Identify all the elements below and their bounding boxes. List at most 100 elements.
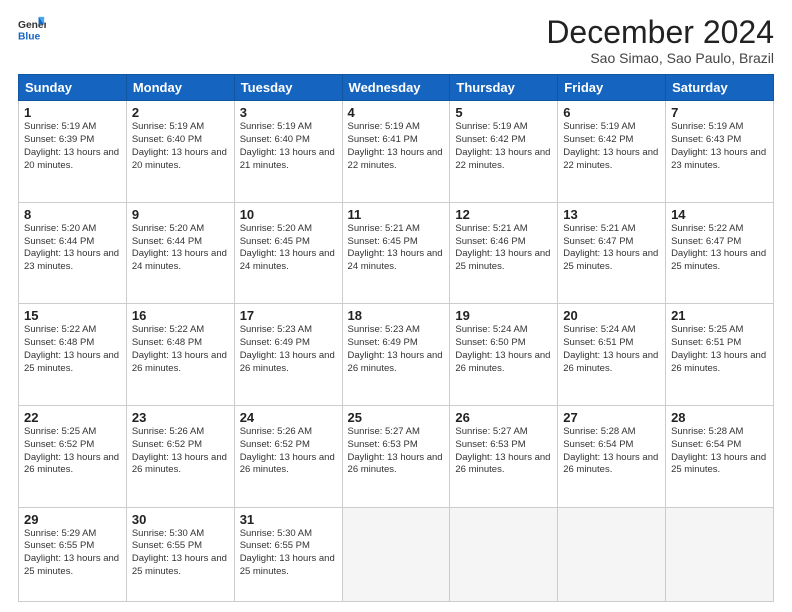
day-info: Sunrise: 5:30 AMSunset: 6:55 PMDaylight:… [240,528,337,579]
calendar-table: SundayMondayTuesdayWednesdayThursdayFrid… [18,74,774,602]
day-info: Sunrise: 5:27 AMSunset: 6:53 PMDaylight:… [455,426,552,477]
calendar-cell: 11 Sunrise: 5:21 AMSunset: 6:45 PMDaylig… [342,202,450,304]
day-info: Sunrise: 5:19 AMSunset: 6:42 PMDaylight:… [563,121,660,172]
calendar-cell [342,507,450,602]
calendar-cell: 17 Sunrise: 5:23 AMSunset: 6:49 PMDaylig… [234,304,342,406]
day-number: 27 [563,410,660,425]
day-number: 16 [132,308,229,323]
day-header-sunday: Sunday [19,75,127,101]
calendar-cell: 27 Sunrise: 5:28 AMSunset: 6:54 PMDaylig… [558,405,666,507]
calendar-cell: 26 Sunrise: 5:27 AMSunset: 6:53 PMDaylig… [450,405,558,507]
day-info: Sunrise: 5:20 AMSunset: 6:45 PMDaylight:… [240,223,337,274]
day-number: 24 [240,410,337,425]
calendar-cell: 8 Sunrise: 5:20 AMSunset: 6:44 PMDayligh… [19,202,127,304]
calendar-cell: 23 Sunrise: 5:26 AMSunset: 6:52 PMDaylig… [126,405,234,507]
calendar-cell [450,507,558,602]
day-number: 17 [240,308,337,323]
day-info: Sunrise: 5:26 AMSunset: 6:52 PMDaylight:… [240,426,337,477]
logo: General Blue [18,15,46,43]
calendar-cell: 10 Sunrise: 5:20 AMSunset: 6:45 PMDaylig… [234,202,342,304]
week-row-3: 15 Sunrise: 5:22 AMSunset: 6:48 PMDaylig… [19,304,774,406]
calendar-cell [666,507,774,602]
calendar-cell: 28 Sunrise: 5:28 AMSunset: 6:54 PMDaylig… [666,405,774,507]
day-number: 9 [132,207,229,222]
day-info: Sunrise: 5:19 AMSunset: 6:39 PMDaylight:… [24,121,121,172]
day-info: Sunrise: 5:21 AMSunset: 6:47 PMDaylight:… [563,223,660,274]
day-info: Sunrise: 5:20 AMSunset: 6:44 PMDaylight:… [24,223,121,274]
calendar-cell: 21 Sunrise: 5:25 AMSunset: 6:51 PMDaylig… [666,304,774,406]
calendar-cell: 14 Sunrise: 5:22 AMSunset: 6:47 PMDaylig… [666,202,774,304]
calendar-cell: 30 Sunrise: 5:30 AMSunset: 6:55 PMDaylig… [126,507,234,602]
day-number: 18 [348,308,445,323]
day-info: Sunrise: 5:26 AMSunset: 6:52 PMDaylight:… [132,426,229,477]
day-number: 25 [348,410,445,425]
day-number: 10 [240,207,337,222]
day-info: Sunrise: 5:20 AMSunset: 6:44 PMDaylight:… [132,223,229,274]
day-info: Sunrise: 5:19 AMSunset: 6:40 PMDaylight:… [132,121,229,172]
day-number: 7 [671,105,768,120]
day-info: Sunrise: 5:24 AMSunset: 6:50 PMDaylight:… [455,324,552,375]
day-header-wednesday: Wednesday [342,75,450,101]
svg-text:Blue: Blue [18,31,41,42]
day-info: Sunrise: 5:29 AMSunset: 6:55 PMDaylight:… [24,528,121,579]
day-info: Sunrise: 5:19 AMSunset: 6:41 PMDaylight:… [348,121,445,172]
day-header-thursday: Thursday [450,75,558,101]
day-number: 8 [24,207,121,222]
day-number: 3 [240,105,337,120]
day-info: Sunrise: 5:25 AMSunset: 6:51 PMDaylight:… [671,324,768,375]
calendar-cell: 29 Sunrise: 5:29 AMSunset: 6:55 PMDaylig… [19,507,127,602]
header: General Blue December 2024 Sao Simao, Sa… [18,15,774,66]
month-title: December 2024 [546,15,774,50]
calendar-cell: 1 Sunrise: 5:19 AMSunset: 6:39 PMDayligh… [19,101,127,203]
day-number: 19 [455,308,552,323]
week-row-2: 8 Sunrise: 5:20 AMSunset: 6:44 PMDayligh… [19,202,774,304]
day-info: Sunrise: 5:19 AMSunset: 6:40 PMDaylight:… [240,121,337,172]
calendar-cell: 5 Sunrise: 5:19 AMSunset: 6:42 PMDayligh… [450,101,558,203]
calendar-cell: 22 Sunrise: 5:25 AMSunset: 6:52 PMDaylig… [19,405,127,507]
day-info: Sunrise: 5:23 AMSunset: 6:49 PMDaylight:… [348,324,445,375]
calendar-cell: 24 Sunrise: 5:26 AMSunset: 6:52 PMDaylig… [234,405,342,507]
day-info: Sunrise: 5:22 AMSunset: 6:47 PMDaylight:… [671,223,768,274]
location: Sao Simao, Sao Paulo, Brazil [546,50,774,66]
day-number: 5 [455,105,552,120]
day-header-friday: Friday [558,75,666,101]
calendar-cell: 13 Sunrise: 5:21 AMSunset: 6:47 PMDaylig… [558,202,666,304]
calendar-cell: 4 Sunrise: 5:19 AMSunset: 6:41 PMDayligh… [342,101,450,203]
day-info: Sunrise: 5:19 AMSunset: 6:42 PMDaylight:… [455,121,552,172]
day-info: Sunrise: 5:22 AMSunset: 6:48 PMDaylight:… [132,324,229,375]
day-info: Sunrise: 5:27 AMSunset: 6:53 PMDaylight:… [348,426,445,477]
day-number: 15 [24,308,121,323]
calendar-cell: 25 Sunrise: 5:27 AMSunset: 6:53 PMDaylig… [342,405,450,507]
day-number: 13 [563,207,660,222]
day-number: 31 [240,512,337,527]
day-number: 29 [24,512,121,527]
day-number: 11 [348,207,445,222]
day-number: 14 [671,207,768,222]
day-info: Sunrise: 5:28 AMSunset: 6:54 PMDaylight:… [671,426,768,477]
day-info: Sunrise: 5:19 AMSunset: 6:43 PMDaylight:… [671,121,768,172]
day-number: 23 [132,410,229,425]
day-number: 2 [132,105,229,120]
calendar-cell: 31 Sunrise: 5:30 AMSunset: 6:55 PMDaylig… [234,507,342,602]
day-number: 1 [24,105,121,120]
calendar-cell: 9 Sunrise: 5:20 AMSunset: 6:44 PMDayligh… [126,202,234,304]
week-row-4: 22 Sunrise: 5:25 AMSunset: 6:52 PMDaylig… [19,405,774,507]
day-info: Sunrise: 5:22 AMSunset: 6:48 PMDaylight:… [24,324,121,375]
header-right: December 2024 Sao Simao, Sao Paulo, Braz… [546,15,774,66]
calendar-cell [558,507,666,602]
calendar-cell: 20 Sunrise: 5:24 AMSunset: 6:51 PMDaylig… [558,304,666,406]
day-number: 12 [455,207,552,222]
calendar-cell: 19 Sunrise: 5:24 AMSunset: 6:50 PMDaylig… [450,304,558,406]
day-number: 26 [455,410,552,425]
logo-icon: General Blue [18,15,46,43]
week-row-1: 1 Sunrise: 5:19 AMSunset: 6:39 PMDayligh… [19,101,774,203]
calendar-cell: 3 Sunrise: 5:19 AMSunset: 6:40 PMDayligh… [234,101,342,203]
calendar-cell: 15 Sunrise: 5:22 AMSunset: 6:48 PMDaylig… [19,304,127,406]
day-number: 22 [24,410,121,425]
calendar-cell: 18 Sunrise: 5:23 AMSunset: 6:49 PMDaylig… [342,304,450,406]
week-row-5: 29 Sunrise: 5:29 AMSunset: 6:55 PMDaylig… [19,507,774,602]
day-info: Sunrise: 5:24 AMSunset: 6:51 PMDaylight:… [563,324,660,375]
day-number: 28 [671,410,768,425]
day-number: 4 [348,105,445,120]
day-header-saturday: Saturday [666,75,774,101]
